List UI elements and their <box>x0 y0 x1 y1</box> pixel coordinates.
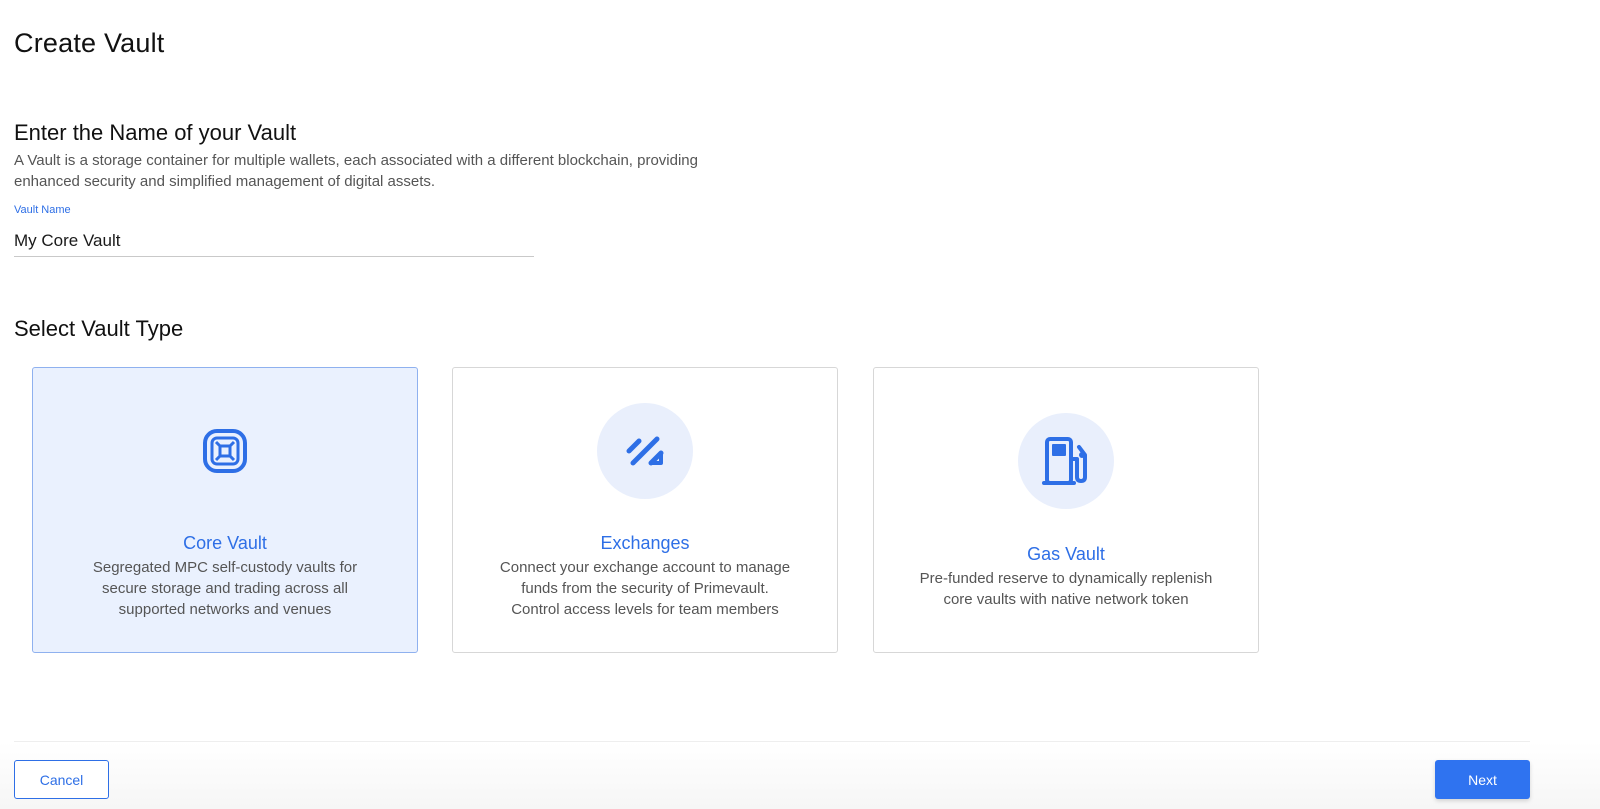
vault-type-description: Segregated MPC self-custody vaults for s… <box>53 557 397 620</box>
vault-name-section-title: Enter the Name of your Vault <box>14 120 297 145</box>
exchange-icon <box>597 403 693 499</box>
vault-icon <box>177 403 273 499</box>
vault-name-input[interactable] <box>14 226 534 257</box>
vault-type-title: Core Vault <box>183 533 267 553</box>
description-line: secure storage and trading across all <box>102 580 348 597</box>
description-line: Segregated MPC self-custody vaults for <box>92 559 358 576</box>
footer-divider <box>14 741 1530 742</box>
page-title: Create Vault <box>14 28 165 58</box>
vault-type-title: Exchanges <box>600 533 690 553</box>
vault-type-card-gas[interactable]: Gas Vault Pre-funded reserve to dynamica… <box>873 367 1259 653</box>
create-vault-page: Create Vault Enter the Name of your Vaul… <box>0 0 1600 809</box>
vault-description-line-2: enhanced security and simplified managem… <box>14 173 436 190</box>
vault-type-description: Pre-funded reserve to dynamically replen… <box>894 568 1238 610</box>
vault-type-card-core[interactable]: Core Vault Segregated MPC self-custody v… <box>32 367 418 653</box>
description-line: core vaults with native network token <box>943 591 1189 608</box>
description-line: Pre-funded reserve to dynamically replen… <box>919 570 1213 587</box>
description-line: Control access levels for team members <box>511 601 779 618</box>
footer-background <box>0 742 1600 809</box>
vault-description-line-1: A Vault is a storage container for multi… <box>14 152 698 169</box>
vault-type-section-title: Select Vault Type <box>14 316 184 341</box>
vault-type-title: Gas Vault <box>1027 544 1105 564</box>
next-button[interactable]: Next <box>1435 760 1530 799</box>
vault-type-card-exchanges[interactable]: Exchanges Connect your exchange account … <box>452 367 838 653</box>
cancel-button[interactable]: Cancel <box>14 760 109 799</box>
description-line: funds from the security of Primevault. <box>521 580 769 597</box>
vault-name-description: A Vault is a storage container for multi… <box>14 150 804 192</box>
vault-type-description: Connect your exchange account to manage … <box>473 557 817 620</box>
description-line: Connect your exchange account to manage <box>499 559 791 576</box>
vault-name-label: Vault Name <box>14 204 71 216</box>
gas-pump-icon <box>1018 413 1114 509</box>
description-line: supported networks and venues <box>118 601 332 618</box>
